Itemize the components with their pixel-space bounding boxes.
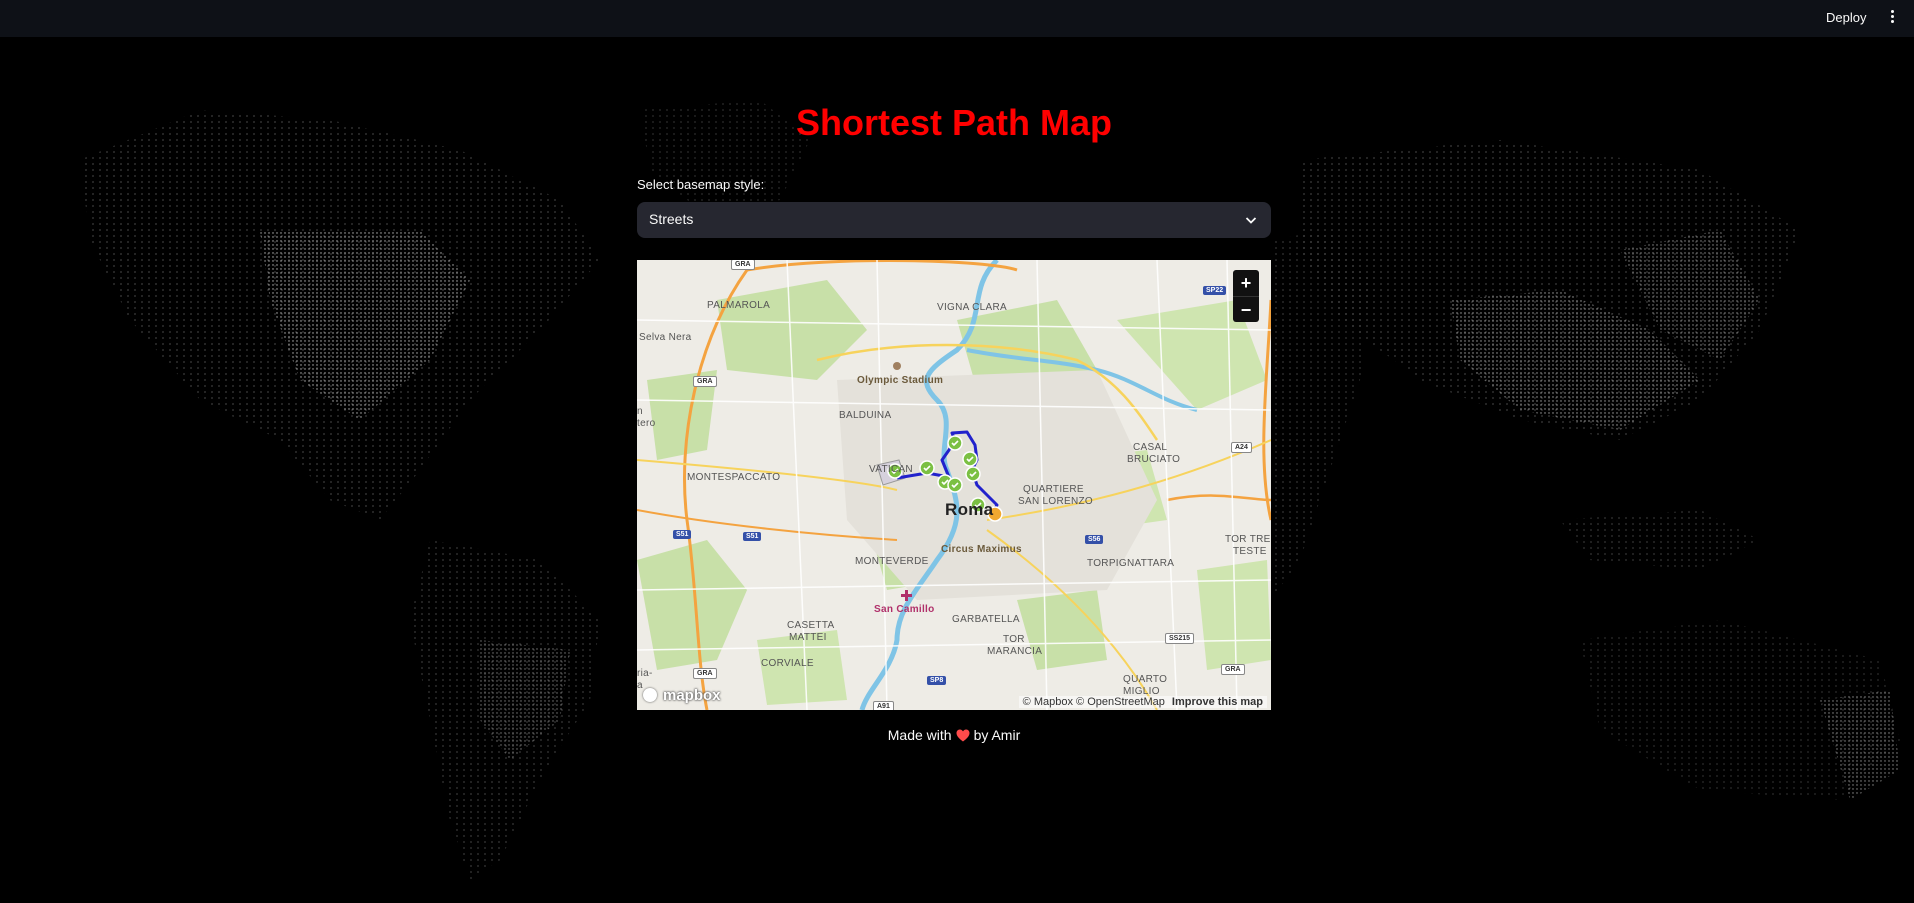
- basemap-style-select[interactable]: Streets: [637, 202, 1271, 238]
- map-label-bruciato: BRUCIATO: [1127, 454, 1181, 465]
- map-label-san-lorenzo: SAN LORENZO: [1018, 496, 1093, 507]
- osm-attribution-link[interactable]: © OpenStreetMap: [1076, 696, 1165, 708]
- map-label-vigna-clara: VIGNA CLARA: [937, 302, 1007, 313]
- map-label-a: a: [637, 680, 643, 691]
- map-label-torpignattara: TORPIGNATTARA: [1087, 558, 1175, 569]
- map-label-n: n: [637, 406, 643, 417]
- map-label-monteverde: MONTEVERDE: [855, 556, 929, 567]
- road-shield: A24: [1231, 442, 1252, 453]
- road-shield: GRA: [731, 260, 755, 270]
- map-label-palmarola: PALMAROLA: [707, 300, 771, 311]
- map-label-marancia: MARANCIA: [987, 646, 1043, 657]
- map-label-casal: CASAL: [1133, 442, 1168, 453]
- zoom-in-button[interactable]: +: [1233, 270, 1259, 296]
- road-shield: GRA: [693, 668, 717, 679]
- map-label-ria: ria-: [637, 668, 653, 679]
- map-label-corviale: CORVIALE: [761, 658, 814, 669]
- improve-map-link[interactable]: Improve this map: [1172, 696, 1263, 708]
- map-zoom-controls: + −: [1233, 270, 1259, 322]
- page-title: Shortest Path Map: [795, 102, 1113, 143]
- road-shield: S51: [743, 532, 762, 541]
- map-label-vatican: VATICAN: [869, 464, 913, 475]
- footer-author: by Amir: [973, 727, 1021, 743]
- road-shield: GRA: [1221, 664, 1245, 675]
- map-label-montespaccato: MONTESPACCATO: [687, 472, 781, 483]
- map-label-roma: Roma: [945, 500, 994, 519]
- mapbox-logo[interactable]: mapbox: [643, 686, 721, 706]
- chevron-down-icon: [1245, 217, 1257, 224]
- basemap-select-label: Select basemap style:: [637, 177, 765, 192]
- map-label-selva-nera: Selva Nera: [639, 332, 692, 343]
- map-label-quarto: QUARTO: [1123, 674, 1168, 685]
- map-label-olympic-stadium: Olympic Stadium: [857, 375, 944, 386]
- map-attribution: © Mapbox © OpenStreetMap Improve this ma…: [1018, 696, 1267, 708]
- map-label-garbatella: GARBATELLA: [952, 614, 1020, 625]
- map-label-tor: TOR: [1003, 634, 1025, 645]
- heart-icon: [956, 729, 970, 742]
- map-label-quartiere: QUARTIERE: [1023, 484, 1084, 495]
- road-shield: A91: [873, 701, 894, 710]
- road-shield: SS215: [1165, 633, 1195, 644]
- map-label-mattei: MATTEI: [789, 632, 827, 643]
- zoom-out-button[interactable]: −: [1233, 296, 1259, 323]
- footer: Made with by Amir: [637, 727, 1271, 743]
- mapbox-attribution-link[interactable]: © Mapbox: [1023, 696, 1073, 708]
- footer-made-with: Made with: [887, 727, 952, 743]
- road-shield: SP8: [927, 676, 947, 685]
- map-label-circus-maximus: Circus Maximus: [941, 544, 1022, 555]
- road-shield: S51: [673, 530, 692, 539]
- basemap-select-value: Streets: [649, 211, 694, 227]
- map-view[interactable]: Selva Nera PALMAROLA VIGNA CLARA Olympic…: [637, 260, 1271, 710]
- mapbox-icon: [643, 688, 657, 702]
- vertical-dots-icon[interactable]: [1888, 10, 1896, 26]
- map-label-san-camillo: San Camillo: [874, 604, 935, 615]
- road-shield: GRA: [693, 376, 717, 387]
- map-label-teste: TESTE: [1233, 546, 1267, 557]
- map-label-tor-tre: TOR TRE: [1225, 534, 1271, 545]
- map-label-balduina: BALDUINA: [839, 410, 892, 421]
- road-shield: S56: [1085, 535, 1104, 544]
- road-shield: SP22: [1203, 286, 1227, 295]
- map-label-casetta: CASETTA: [787, 620, 835, 631]
- deploy-button[interactable]: Deploy: [1822, 8, 1870, 28]
- app-header: Deploy: [0, 0, 1914, 37]
- map-label-tero: tero: [637, 418, 656, 429]
